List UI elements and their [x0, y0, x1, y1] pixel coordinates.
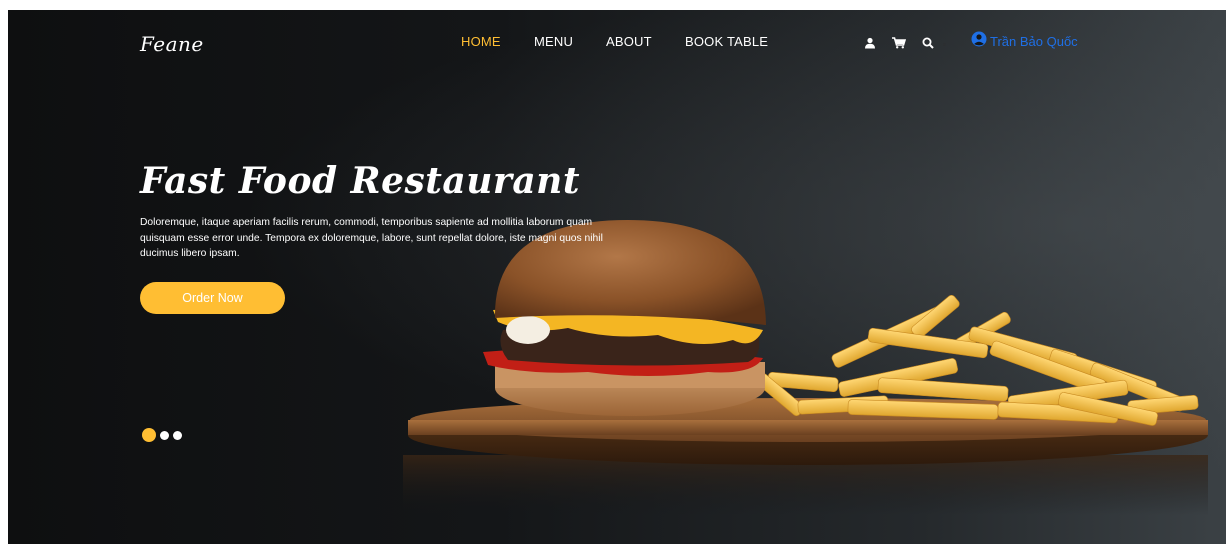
user-name: Trần Bảo Quốc: [990, 33, 1078, 49]
nav-separator: [943, 43, 946, 46]
nav-link-book-table[interactable]: BOOK TABLE: [685, 34, 768, 49]
cart-icon[interactable]: [892, 36, 907, 50]
hero-section: Feane HOME MENU ABOUT BOOK TABLE Trần Bả…: [8, 10, 1226, 544]
search-icon[interactable]: [922, 36, 936, 50]
user-account-link[interactable]: Trần Bảo Quốc: [971, 31, 1078, 52]
user-circle-icon: [971, 31, 987, 52]
nav-link-home[interactable]: HOME: [461, 34, 501, 49]
hero-description: Doloremque, itaque aperiam facilis rerum…: [140, 217, 603, 259]
user-icon[interactable]: [864, 36, 878, 50]
carousel-indicators: [142, 428, 182, 442]
nav-link-about[interactable]: ABOUT: [606, 34, 652, 49]
carousel-indicator-2[interactable]: [160, 430, 169, 440]
carousel-indicator-3[interactable]: [173, 430, 182, 440]
nav-link-menu[interactable]: MENU: [534, 34, 573, 49]
carousel-indicator-1[interactable]: [142, 428, 156, 442]
order-now-button[interactable]: Order Now: [140, 282, 285, 314]
burger-fries-image: [403, 220, 1208, 515]
hero-title: Fast Food Restaurant: [140, 160, 580, 202]
